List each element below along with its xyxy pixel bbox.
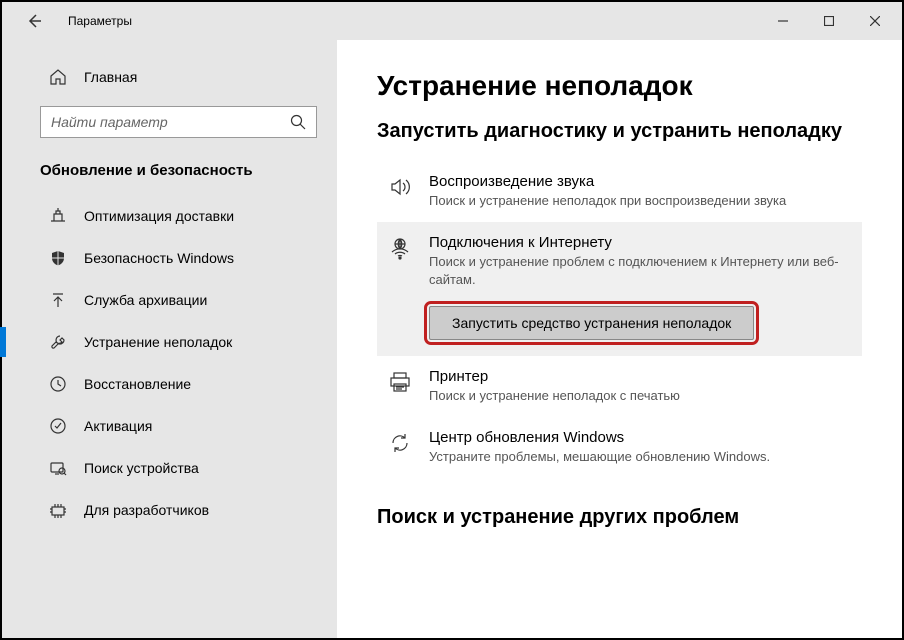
page-title: Устранение неполадок xyxy=(377,70,862,102)
activation-icon xyxy=(48,417,68,435)
troubleshoot-item-update[interactable]: Центр обновления Windows Устраните пробл… xyxy=(377,417,862,478)
recovery-icon xyxy=(48,375,68,393)
sidebar-item-label: Активация xyxy=(84,418,152,434)
troubleshoot-item-title: Центр обновления Windows xyxy=(429,429,846,446)
sidebar-item-developer[interactable]: Для разработчиков xyxy=(2,489,337,531)
printer-icon xyxy=(385,368,415,405)
page-subtitle: Запустить диагностику и устранить непола… xyxy=(377,120,862,143)
troubleshoot-item-desc: Поиск и устранение проблем с подключение… xyxy=(429,253,846,289)
sidebar-item-find-device[interactable]: Поиск устройства xyxy=(2,447,337,489)
sidebar-item-label: Оптимизация доставки xyxy=(84,208,234,224)
close-button[interactable] xyxy=(852,6,898,36)
delivery-icon xyxy=(48,207,68,225)
backup-icon xyxy=(48,291,68,309)
minimize-button[interactable] xyxy=(760,6,806,36)
sidebar-item-label: Восстановление xyxy=(84,376,191,392)
troubleshoot-item-title: Воспроизведение звука xyxy=(429,173,846,190)
sidebar-item-backup[interactable]: Служба архивации xyxy=(2,279,337,321)
search-box[interactable] xyxy=(40,106,317,138)
home-label: Главная xyxy=(84,69,137,85)
sidebar-item-label: Поиск устройства xyxy=(84,460,199,476)
developer-icon xyxy=(48,501,68,519)
sidebar-section-header: Обновление и безопасность xyxy=(2,156,337,195)
sidebar-item-delivery[interactable]: Оптимизация доставки xyxy=(2,195,337,237)
home-link[interactable]: Главная xyxy=(2,58,337,96)
search-icon xyxy=(290,114,306,130)
shield-icon xyxy=(48,249,68,267)
title-bar: Параметры xyxy=(2,2,902,40)
sidebar-item-recovery[interactable]: Восстановление xyxy=(2,363,337,405)
window-title: Параметры xyxy=(68,14,132,28)
troubleshoot-item-printer[interactable]: Принтер Поиск и устранение неполадок с п… xyxy=(377,356,862,417)
section-other-problems: Поиск и устранение других проблем xyxy=(377,506,862,529)
home-icon xyxy=(48,68,68,86)
sidebar-item-security[interactable]: Безопасность Windows xyxy=(2,237,337,279)
sidebar-item-label: Служба архивации xyxy=(84,292,207,308)
sidebar-item-label: Безопасность Windows xyxy=(84,250,234,266)
run-troubleshooter-button[interactable]: Запустить средство устранения неполадок xyxy=(429,306,754,340)
troubleshoot-item-audio[interactable]: Воспроизведение звука Поиск и устранение… xyxy=(377,161,862,222)
search-input[interactable] xyxy=(51,114,290,130)
internet-icon xyxy=(385,234,415,339)
troubleshoot-item-title: Принтер xyxy=(429,368,846,385)
troubleshoot-item-title: Подключения к Интернету xyxy=(429,234,846,251)
find-device-icon xyxy=(48,459,68,477)
troubleshoot-item-desc: Поиск и устранение неполадок с печатью xyxy=(429,387,846,405)
sidebar-item-label: Для разработчиков xyxy=(84,502,209,518)
audio-icon xyxy=(385,173,415,210)
back-button[interactable] xyxy=(22,9,46,33)
troubleshoot-icon xyxy=(48,333,68,351)
sidebar-item-activation[interactable]: Активация xyxy=(2,405,337,447)
sidebar-item-label: Устранение неполадок xyxy=(84,334,232,350)
sidebar: Главная Обновление и безопасность Оптими… xyxy=(2,40,337,638)
update-icon xyxy=(385,429,415,466)
main-panel: Устранение неполадок Запустить диагности… xyxy=(337,40,902,638)
troubleshoot-item-internet[interactable]: Подключения к Интернету Поиск и устранен… xyxy=(377,222,862,355)
maximize-button[interactable] xyxy=(806,6,852,36)
troubleshoot-item-desc: Устраните проблемы, мешающие обновлению … xyxy=(429,448,846,466)
sidebar-item-troubleshoot[interactable]: Устранение неполадок xyxy=(2,321,337,363)
troubleshoot-item-desc: Поиск и устранение неполадок при воспрои… xyxy=(429,192,846,210)
